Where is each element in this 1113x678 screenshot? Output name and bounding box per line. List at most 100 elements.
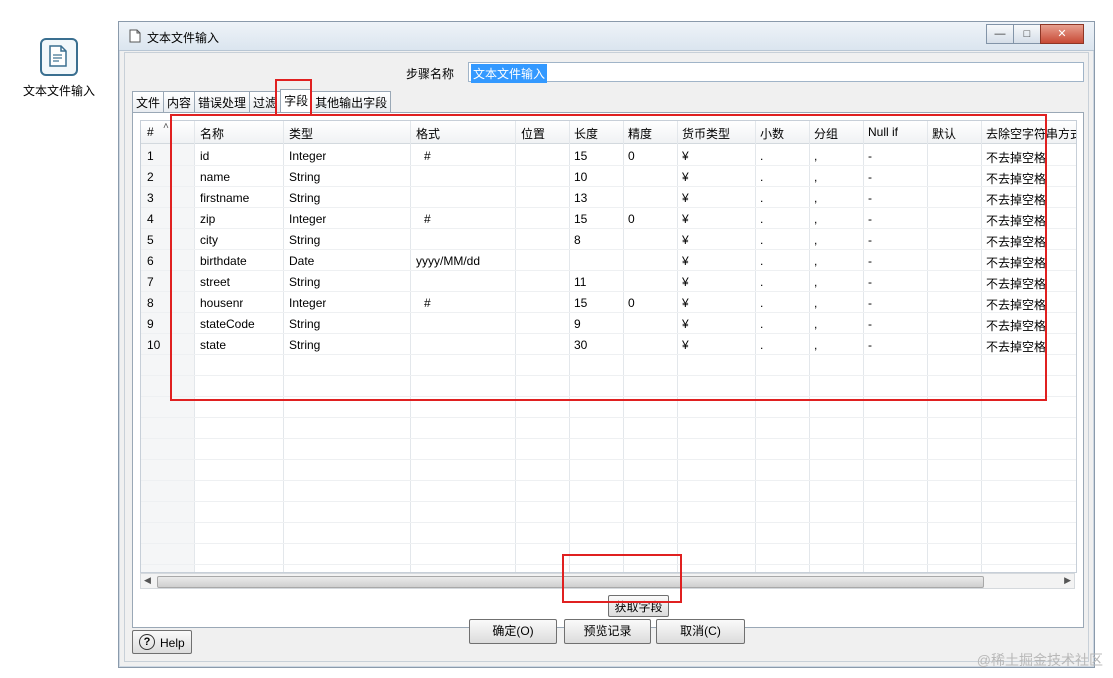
header-col-precision[interactable]: 精度 (628, 125, 652, 142)
cell-group[interactable]: , (814, 338, 817, 352)
cell-group[interactable]: , (814, 275, 817, 289)
cell-type[interactable]: String (289, 317, 320, 331)
cell-trim-type[interactable]: 不去掉空格 (986, 212, 1074, 229)
cell-currency[interactable]: ¥ (682, 212, 689, 226)
cell-type[interactable]: String (289, 191, 320, 205)
desktop-step-icon[interactable]: 文本文件输入 (22, 38, 96, 99)
cell-group[interactable]: , (814, 149, 817, 163)
cell-type[interactable]: String (289, 338, 320, 352)
cell-name[interactable]: housenr (200, 296, 243, 310)
table-row[interactable]: 4 zip Integer #15 0 ¥., - 不去掉空格 (141, 207, 1076, 229)
header-col-decimal[interactable]: 小数 (760, 125, 784, 142)
scroll-right-arrow-icon[interactable]: ▶ (1064, 575, 1071, 586)
cell-decimal[interactable]: . (760, 233, 763, 247)
cell-null-if[interactable]: - (868, 338, 872, 352)
scrollbar-thumb[interactable] (157, 576, 984, 588)
cell-currency[interactable]: ¥ (682, 317, 689, 331)
tab-content[interactable]: 内容 (163, 91, 196, 113)
empty-table-row[interactable] (141, 522, 1076, 544)
cell-type[interactable]: String (289, 275, 320, 289)
cell-type[interactable]: Integer (289, 212, 326, 226)
cell-trim-type[interactable]: 不去掉空格 (986, 233, 1074, 250)
header-col-trim-type[interactable]: 去除空字符串方式 (986, 125, 1076, 142)
table-row[interactable]: 3 firstname String 13 ¥., - 不去掉空格 (141, 186, 1076, 208)
cell-group[interactable]: , (814, 191, 817, 205)
tab-filter[interactable]: 过滤 (249, 91, 282, 113)
table-row[interactable]: 10 state String 30 ¥., - 不去掉空格 (141, 333, 1076, 355)
empty-table-row[interactable] (141, 459, 1076, 481)
tab-file[interactable]: 文件 (132, 91, 165, 113)
header-col-type[interactable]: 类型 (289, 125, 313, 142)
close-button[interactable]: ✕ (1040, 24, 1084, 44)
cell-length[interactable]: 11 (574, 275, 586, 289)
cell-length[interactable]: 15 (574, 296, 587, 310)
cell-precision[interactable]: 0 (628, 212, 635, 226)
table-row[interactable]: 2 name String 10 ¥., - 不去掉空格 (141, 165, 1076, 187)
cell-trim-type[interactable]: 不去掉空格 (986, 317, 1074, 334)
cell-name[interactable]: city (200, 233, 218, 247)
cell-currency[interactable]: ¥ (682, 254, 689, 268)
header-col-length[interactable]: 长度 (574, 125, 598, 142)
cell-length[interactable]: 15 (574, 212, 587, 226)
cell-length[interactable]: 13 (574, 191, 587, 205)
maximize-button[interactable]: □ (1013, 24, 1041, 44)
cell-length[interactable]: 9 (574, 317, 581, 331)
cell-null-if[interactable]: - (868, 254, 872, 268)
cell-currency[interactable]: ¥ (682, 338, 689, 352)
cell-currency[interactable]: ¥ (682, 170, 689, 184)
cell-decimal[interactable]: . (760, 149, 763, 163)
cell-null-if[interactable]: - (868, 212, 872, 226)
cancel-button[interactable]: 取消(C) (656, 619, 745, 644)
cell-trim-type[interactable]: 不去掉空格 (986, 296, 1074, 313)
table-row[interactable]: 8 housenr Integer #15 0 ¥., - 不去掉空格 (141, 291, 1076, 313)
empty-table-row[interactable] (141, 354, 1076, 376)
cell-length[interactable]: 30 (574, 338, 587, 352)
cell-decimal[interactable]: . (760, 338, 763, 352)
cell-type[interactable]: Integer (289, 149, 326, 163)
cell-format[interactable]: # (424, 296, 431, 310)
header-col-index[interactable]: # (147, 125, 154, 139)
cell-type[interactable]: Integer (289, 296, 326, 310)
cell-group[interactable]: , (814, 254, 817, 268)
cell-length[interactable]: 8 (574, 233, 581, 247)
cell-precision[interactable]: 0 (628, 149, 635, 163)
cell-decimal[interactable]: . (760, 191, 763, 205)
cell-name[interactable]: street (200, 275, 230, 289)
table-row[interactable]: 5 city String 8 ¥., - 不去掉空格 (141, 228, 1076, 250)
cell-currency[interactable]: ¥ (682, 296, 689, 310)
cell-format[interactable]: # (424, 212, 431, 226)
cell-type[interactable]: Date (289, 254, 314, 268)
fields-table[interactable]: # 名称 类型 格式 位置 长度 精度 货币类型 小数 分组 Null if 默认 去除空字符串方式 ˄ … (140, 120, 1077, 573)
cell-name[interactable]: birthdate (200, 254, 247, 268)
cell-decimal[interactable]: . (760, 254, 763, 268)
table-row[interactable]: 9 stateCode String 9 ¥., - 不去掉空格 (141, 312, 1076, 334)
cell-currency[interactable]: ¥ (682, 191, 689, 205)
cell-trim-type[interactable]: 不去掉空格 (986, 338, 1074, 355)
cell-currency[interactable]: ¥ (682, 233, 689, 247)
empty-table-row[interactable] (141, 501, 1076, 523)
cell-null-if[interactable]: - (868, 233, 872, 247)
table-row[interactable]: 6 birthdate Date yyyy/MM/dd ¥., - 不去掉空格 (141, 249, 1076, 271)
header-col-default[interactable]: 默认 (932, 125, 956, 142)
cell-trim-type[interactable]: 不去掉空格 (986, 254, 1074, 271)
cell-decimal[interactable]: . (760, 212, 763, 226)
cell-name[interactable]: firstname (200, 191, 249, 205)
cell-length[interactable]: 10 (574, 170, 587, 184)
empty-table-row[interactable] (141, 438, 1076, 460)
scroll-left-arrow-icon[interactable]: ◀ (144, 575, 151, 586)
cell-null-if[interactable]: - (868, 170, 872, 184)
cell-format[interactable]: yyyy/MM/dd (416, 254, 480, 268)
table-row[interactable]: 1 id Integer #15 0 ¥., - 不去掉空格 (141, 144, 1076, 166)
cell-decimal[interactable]: . (760, 296, 763, 310)
cell-group[interactable]: , (814, 212, 817, 226)
cell-trim-type[interactable]: 不去掉空格 (986, 149, 1074, 166)
header-col-null-if[interactable]: Null if (868, 125, 898, 139)
cell-null-if[interactable]: - (868, 275, 872, 289)
cell-name[interactable]: name (200, 170, 230, 184)
cell-name[interactable]: id (200, 149, 209, 163)
ok-button[interactable]: 确定(O) (469, 619, 557, 644)
cell-type[interactable]: String (289, 233, 320, 247)
cell-trim-type[interactable]: 不去掉空格 (986, 275, 1074, 292)
step-name-input[interactable]: 文本文件输入 (468, 62, 1084, 83)
empty-table-row[interactable] (141, 543, 1076, 565)
